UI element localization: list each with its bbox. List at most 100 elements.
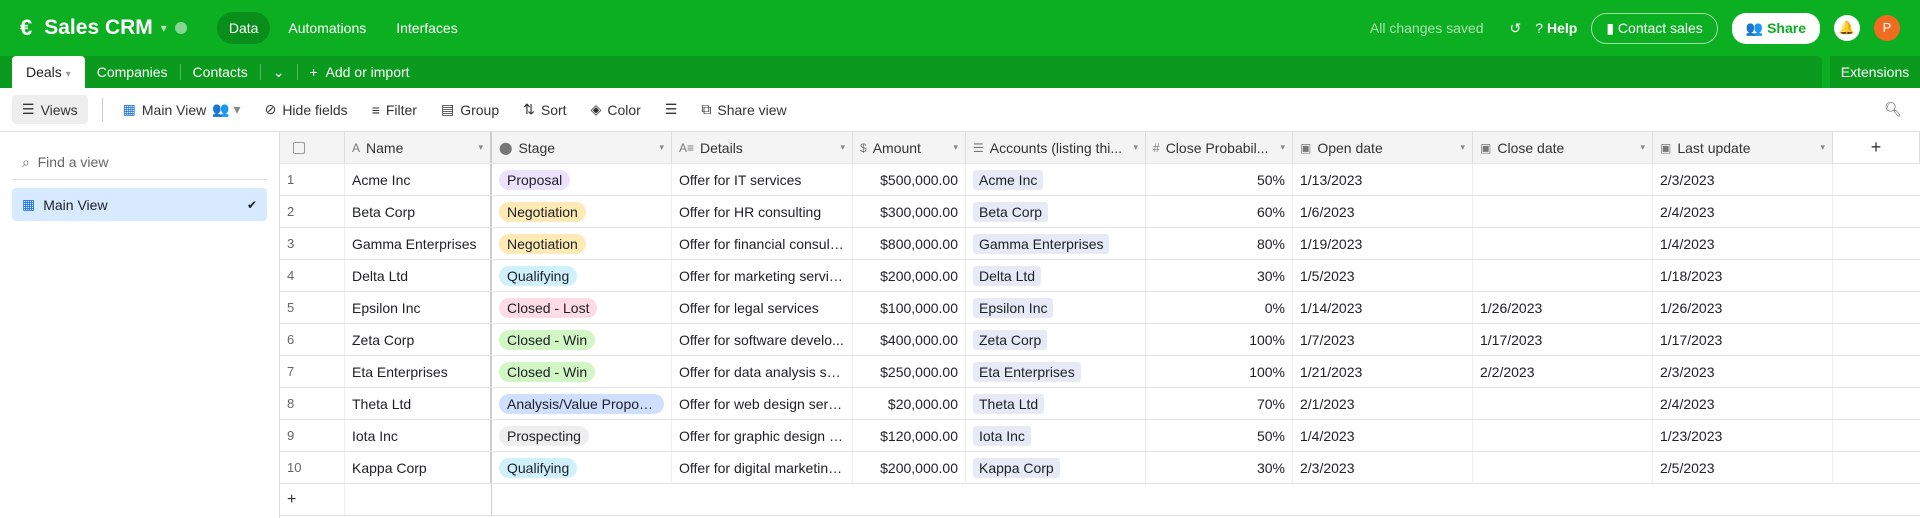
cell-open-date[interactable]: 1/13/2023 (1293, 164, 1473, 195)
column-header-stage[interactable]: ⬤ Stage ▾ (492, 132, 672, 163)
cell-name[interactable]: Beta Corp (345, 196, 492, 227)
account-chip[interactable]: Gamma Enterprises (973, 233, 1110, 254)
cell-name[interactable]: Gamma Enterprises (345, 228, 492, 259)
column-header-name[interactable]: A Name ▾ (345, 132, 492, 163)
color-button[interactable]: ◈ Color (581, 95, 651, 124)
account-chip[interactable]: Beta Corp (973, 201, 1049, 222)
cell-open-date[interactable]: 2/3/2023 (1293, 452, 1473, 483)
cell-accounts[interactable]: Delta Ltd (966, 260, 1146, 291)
help-button[interactable]: ? Help (1535, 20, 1577, 36)
table-row[interactable]: 5 Epsilon Inc Closed - Lost Offer for le… (280, 292, 1920, 324)
cell-amount[interactable]: $100,000.00 (853, 292, 966, 323)
more-tables-chevron-icon[interactable]: ⌄ (261, 64, 298, 80)
avatar[interactable]: P (1874, 15, 1900, 41)
cell-details[interactable]: Offer for web design serv... (672, 388, 853, 419)
chevron-down-icon[interactable]: ▾ (66, 69, 71, 80)
cell-open-date[interactable]: 1/4/2023 (1293, 420, 1473, 451)
cell-last-update[interactable]: 2/5/2023 (1653, 452, 1833, 483)
add-or-import-button[interactable]: + Add or import (298, 64, 422, 80)
cell-stage[interactable]: Closed - Win (492, 356, 672, 387)
cell-accounts[interactable]: Acme Inc (966, 164, 1146, 195)
hide-fields-button[interactable]: ⊘ Hide fields (255, 95, 358, 124)
cell-details[interactable]: Offer for IT services (672, 164, 853, 195)
base-title[interactable]: Sales CRM (44, 16, 153, 40)
table-row[interactable]: 1 Acme Inc Proposal Offer for IT service… (280, 164, 1920, 196)
extensions-button[interactable]: Extensions (1830, 56, 1920, 88)
cell-close-date[interactable] (1473, 452, 1653, 483)
cell-close-date[interactable]: 1/26/2023 (1473, 292, 1653, 323)
row-height-button[interactable]: ☰ (655, 95, 688, 124)
column-header-last-update[interactable]: ▣ Last update ▾ (1653, 132, 1833, 163)
cell-close-probability[interactable]: 0% (1146, 292, 1293, 323)
cell-open-date[interactable]: 1/7/2023 (1293, 324, 1473, 355)
share-button[interactable]: 👥 Share (1731, 12, 1820, 44)
cell-close-date[interactable] (1473, 196, 1653, 227)
cell-close-probability[interactable]: 60% (1146, 196, 1293, 227)
cell-close-date[interactable]: 2/2/2023 (1473, 356, 1653, 387)
cell-accounts[interactable]: Kappa Corp (966, 452, 1146, 483)
cell-close-probability[interactable]: 100% (1146, 356, 1293, 387)
cell-amount[interactable]: $800,000.00 (853, 228, 966, 259)
cell-close-date[interactable]: 1/17/2023 (1473, 324, 1653, 355)
sort-button[interactable]: ⇅ Sort (513, 95, 576, 124)
table-row[interactable]: 4 Delta Ltd Qualifying Offer for marketi… (280, 260, 1920, 292)
tab-deals[interactable]: Deals ▾ (12, 56, 85, 88)
find-view-input[interactable]: ⌕ Find a view (12, 146, 267, 180)
cell-name[interactable]: Iota Inc (345, 420, 492, 451)
account-chip[interactable]: Epsilon Inc (973, 297, 1054, 318)
cell-close-date[interactable] (1473, 420, 1653, 451)
account-chip[interactable]: Delta Ltd (973, 265, 1042, 286)
cell-name[interactable]: Acme Inc (345, 164, 492, 195)
column-header-close-probability[interactable]: # Close Probabil... ▾ (1146, 132, 1293, 163)
cell-details[interactable]: Offer for software develo... (672, 324, 853, 355)
cell-open-date[interactable]: 1/21/2023 (1293, 356, 1473, 387)
cell-name[interactable]: Epsilon Inc (345, 292, 492, 323)
filter-button[interactable]: ≡ Filter (362, 96, 427, 124)
cell-accounts[interactable]: Theta Ltd (966, 388, 1146, 419)
table-row[interactable]: 8 Theta Ltd Analysis/Value Proposi... Of… (280, 388, 1920, 420)
cell-amount[interactable]: $300,000.00 (853, 196, 966, 227)
cell-stage[interactable]: Qualifying (492, 260, 672, 291)
view-switcher[interactable]: ▦ Main View 👥 ▾ (113, 95, 251, 124)
cell-last-update[interactable]: 1/23/2023 (1653, 420, 1833, 451)
account-chip[interactable]: Kappa Corp (973, 457, 1060, 478)
table-row[interactable]: 7 Eta Enterprises Closed - Win Offer for… (280, 356, 1920, 388)
cell-details[interactable]: Offer for HR consulting (672, 196, 853, 227)
cell-last-update[interactable]: 2/3/2023 (1653, 164, 1833, 195)
cell-name[interactable]: Kappa Corp (345, 452, 492, 483)
cell-last-update[interactable]: 1/4/2023 (1653, 228, 1833, 259)
account-chip[interactable]: Eta Enterprises (973, 361, 1081, 382)
cell-accounts[interactable]: Iota Inc (966, 420, 1146, 451)
cell-stage[interactable]: Qualifying (492, 452, 672, 483)
cell-accounts[interactable]: Beta Corp (966, 196, 1146, 227)
cell-close-probability[interactable]: 50% (1146, 420, 1293, 451)
table-row[interactable]: 10 Kappa Corp Qualifying Offer for digit… (280, 452, 1920, 484)
tab-contacts[interactable]: Contacts (181, 64, 261, 80)
cell-amount[interactable]: $20,000.00 (853, 388, 966, 419)
cell-close-probability[interactable]: 70% (1146, 388, 1293, 419)
cell-accounts[interactable]: Eta Enterprises (966, 356, 1146, 387)
cell-stage[interactable]: Negotiation (492, 228, 672, 259)
cell-amount[interactable]: $500,000.00 (853, 164, 966, 195)
column-header-accounts[interactable]: ☰ Accounts (listing thi... ▾ (966, 132, 1146, 163)
account-chip[interactable]: Iota Inc (973, 425, 1031, 446)
cell-open-date[interactable]: 2/1/2023 (1293, 388, 1473, 419)
tab-companies[interactable]: Companies (85, 64, 181, 80)
cell-accounts[interactable]: Gamma Enterprises (966, 228, 1146, 259)
chevron-down-icon[interactable]: ▾ (161, 21, 167, 35)
share-view-button[interactable]: ⧉ Share view (691, 95, 796, 124)
cell-last-update[interactable]: 2/4/2023 (1653, 388, 1833, 419)
search-icon[interactable]: 🔍︎ (1884, 101, 1902, 118)
group-button[interactable]: ▤ Group (431, 95, 509, 124)
table-row[interactable]: 6 Zeta Corp Closed - Win Offer for softw… (280, 324, 1920, 356)
views-button[interactable]: ☰ Views (12, 95, 88, 124)
cell-stage[interactable]: Analysis/Value Proposi... (492, 388, 672, 419)
column-header-close-date[interactable]: ▣ Close date ▾ (1473, 132, 1653, 163)
cell-close-date[interactable] (1473, 260, 1653, 291)
cell-name[interactable]: Delta Ltd (345, 260, 492, 291)
column-header-open-date[interactable]: ▣ Open date ▾ (1293, 132, 1473, 163)
cell-name[interactable]: Theta Ltd (345, 388, 492, 419)
cell-details[interactable]: Offer for legal services (672, 292, 853, 323)
base-logo-icon[interactable]: € (20, 15, 32, 41)
cell-open-date[interactable]: 1/14/2023 (1293, 292, 1473, 323)
